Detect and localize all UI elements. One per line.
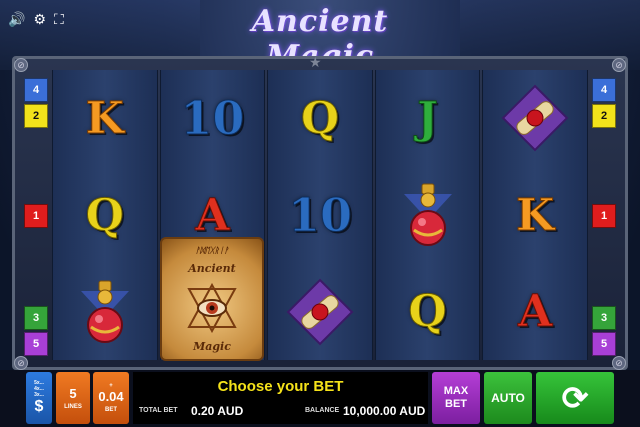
bet-label: BET (105, 407, 117, 413)
reel-4: JQ (374, 70, 481, 360)
payline-right-5: 5 (592, 332, 616, 356)
total-bet-label: TOTAL BET (139, 407, 178, 414)
scroll-icon (268, 263, 372, 360)
symbol-text: A (195, 189, 230, 241)
max-bet-label: MAX BET (443, 385, 469, 410)
auto-button[interactable]: AUTO (484, 372, 532, 424)
symbol-text: Q (408, 286, 447, 338)
payline-right-3: 3 (592, 306, 616, 330)
symbol-text: Q (85, 189, 124, 241)
payline-left-2: 2 (24, 104, 48, 128)
reels-grid: K Q 10 A Q 10 J Q K A (52, 70, 588, 360)
payline-left-1: 1 (24, 204, 48, 228)
symbol-a: A (483, 263, 587, 360)
symbol-text: A (518, 286, 553, 338)
book-bottom-text: Magic (193, 339, 231, 353)
reel-1: KQ (52, 70, 158, 360)
settings-icon[interactable]: ⚙ (33, 12, 46, 26)
payline-left-4: 4 (24, 78, 48, 102)
symbol-q: Q (268, 70, 372, 167)
reel-3: Q 10 (267, 70, 373, 360)
bet-value: 0.04 (98, 389, 124, 404)
symbol-text: K (516, 189, 555, 241)
total-bet-value: 0.20 AUD (191, 404, 244, 418)
potion-icon (53, 263, 157, 360)
info-panel: Choose your BET TOTAL BET 0.20 AUD BALAN… (133, 372, 428, 424)
lines-value: 5 (69, 386, 77, 401)
payline-right-4: 4 (592, 78, 616, 102)
payline-left-5: 5 (24, 332, 48, 356)
top-toolbar: 🔊 ⚙ ⛶ (8, 12, 64, 26)
book-top-text: Ancient (188, 262, 236, 276)
frame-star-icon: ★ (309, 54, 322, 70)
symbol-10: 10 (268, 167, 372, 264)
lines-label: LINES (64, 404, 82, 410)
symbol-j: J (376, 70, 480, 167)
balance-value: 10,000.00 AUD (343, 404, 426, 418)
symbol-k: K (53, 70, 157, 167)
balance-label: BALANCE (305, 407, 340, 414)
lines-button[interactable]: 5 LINES (56, 372, 90, 424)
book-rune-text: ᚨᛞᛖᚷᚱᛁᚨ (195, 245, 229, 255)
bet-button[interactable]: + 0.04 BET (93, 372, 129, 424)
symbol-text: 10 (287, 188, 352, 243)
spin-button[interactable]: ⟳ (536, 372, 614, 424)
max-bet-button[interactable]: MAX BET (432, 372, 480, 424)
paytable-button[interactable]: 5x... 4x... 3x... $ (26, 372, 52, 424)
symbol-10: 10 (161, 70, 265, 167)
scroll-icon (483, 70, 587, 167)
payline-left-3: 3 (24, 306, 48, 330)
payline-right-1: 1 (592, 204, 616, 228)
symbol-text: Q (300, 92, 340, 144)
magic-book-icon: ᚨᛞᛖᚷᚱᛁᚨ Ancient Magic (160, 237, 264, 361)
status-message: Choose your BET (217, 378, 344, 395)
dollar-icon: $ (34, 398, 44, 415)
game-logo: Ancient Magic (251, 4, 389, 74)
paylines-right: 42 1 35 (592, 70, 616, 360)
symbol-q: Q (376, 263, 480, 360)
fullscreen-icon[interactable]: ⛶ (54, 12, 64, 26)
payline-right-2: 2 (592, 104, 616, 128)
reel-5: KA (482, 70, 588, 360)
sound-icon[interactable]: 🔊 (8, 12, 25, 26)
symbol-text: 10 (180, 91, 245, 146)
paytable-label: 5x... 4x... 3x... (34, 380, 44, 398)
symbol-q: Q (53, 167, 157, 264)
paylines-left: 42 1 35 (24, 70, 48, 360)
symbol-text: J (417, 92, 439, 144)
symbol-k: K (483, 167, 587, 264)
auto-label: AUTO (491, 391, 525, 405)
spin-icon: ⟳ (561, 380, 589, 416)
potion-icon (376, 167, 480, 264)
symbol-text: K (85, 92, 124, 144)
